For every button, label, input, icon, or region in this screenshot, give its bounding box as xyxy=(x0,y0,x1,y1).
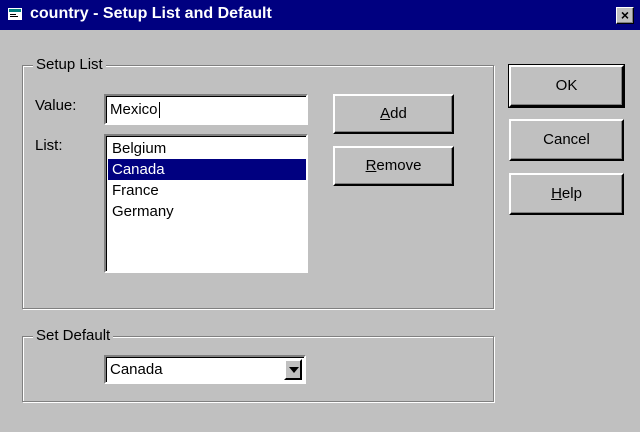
set-default-legend: Set Default xyxy=(33,327,114,344)
default-combobox[interactable]: Canada xyxy=(104,355,306,384)
help-mnemonic: H xyxy=(551,185,562,202)
setup-listbox[interactable]: Belgium Canada France Germany xyxy=(104,134,308,273)
help-button[interactable]: Help xyxy=(509,173,624,215)
value-label: Value: xyxy=(35,97,77,114)
add-mnemonic: A xyxy=(380,105,391,122)
value-input[interactable]: Mexico xyxy=(104,94,308,125)
setup-list-legend: Setup List xyxy=(33,56,106,73)
add-button[interactable]: Add xyxy=(333,94,454,134)
title-bar[interactable]: country - Setup List and Default × xyxy=(0,0,640,30)
list-label: List: xyxy=(35,137,63,154)
list-item-germany[interactable]: Germany xyxy=(108,201,306,222)
list-item-france[interactable]: France xyxy=(108,180,306,201)
close-button[interactable]: × xyxy=(616,7,634,24)
dropdown-button[interactable] xyxy=(284,359,302,380)
close-icon: × xyxy=(620,7,630,23)
app-icon xyxy=(8,8,22,20)
window-title: country - Setup List and Default xyxy=(30,5,272,22)
remove-button[interactable]: Remove xyxy=(333,146,454,186)
remove-mnemonic: R xyxy=(365,157,377,174)
text-caret xyxy=(158,102,160,119)
cancel-button[interactable]: Cancel xyxy=(509,119,624,161)
chevron-down-icon xyxy=(289,367,299,373)
default-combobox-value: Canada xyxy=(110,361,163,378)
value-input-text: Mexico xyxy=(110,101,158,118)
list-item-belgium[interactable]: Belgium xyxy=(108,138,306,159)
list-item-canada[interactable]: Canada xyxy=(108,159,306,180)
ok-button[interactable]: OK xyxy=(508,64,625,108)
